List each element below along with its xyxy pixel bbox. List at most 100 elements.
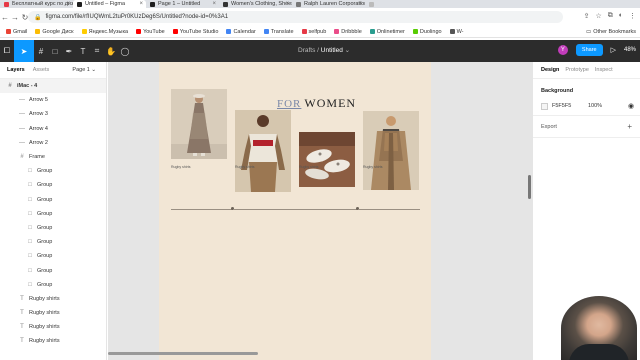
- text-tool-icon[interactable]: T: [76, 40, 90, 62]
- caption[interactable]: Rugby shirts: [363, 165, 382, 169]
- other-bookmarks[interactable]: ▭ Other Bookmarks: [586, 29, 636, 35]
- layer-item[interactable]: # Frame: [0, 150, 106, 164]
- bookmark-item[interactable]: Gmail: [6, 29, 27, 35]
- zoom-level[interactable]: 48%: [624, 47, 636, 53]
- bookmark-item[interactable]: Яндекс.Музыка: [81, 29, 128, 35]
- tab-prototype[interactable]: Prototype: [565, 67, 589, 73]
- tab-inspect[interactable]: Inspect: [595, 67, 613, 73]
- browser-tab[interactable]: [365, 0, 387, 8]
- browser-tab[interactable]: Untitled – Figma ×: [73, 0, 146, 8]
- caption[interactable]: Rugby shirts: [299, 165, 318, 169]
- layer-item[interactable]: — Arrow 3: [0, 107, 106, 121]
- browser-tab[interactable]: Women's Clothing, Shoes, & A×: [219, 0, 292, 8]
- layer-item[interactable]: T Rugby shirts: [0, 306, 106, 320]
- horizontal-scrollbar[interactable]: [108, 352, 258, 355]
- forward-icon[interactable]: →: [10, 13, 20, 22]
- avatar[interactable]: Y: [557, 45, 568, 55]
- layer-item[interactable]: □ Group: [0, 193, 106, 207]
- layer-item[interactable]: □ Group: [0, 178, 106, 192]
- bookmark-item[interactable]: Onlinetimer: [369, 29, 405, 35]
- imac-frame[interactable]: FOR WOMEN Rugby shirts Rugby shirts Rugb…: [159, 62, 431, 360]
- layer-item[interactable]: □ Group: [0, 207, 106, 221]
- tab-design[interactable]: Design: [541, 67, 559, 73]
- background-fill-row[interactable]: F5F5F5 100% ◉: [541, 102, 635, 110]
- present-play-icon[interactable]: ▷: [611, 46, 616, 54]
- resources-tool-icon[interactable]: ⌗: [90, 40, 104, 62]
- bookmark-item[interactable]: W-: [449, 29, 464, 35]
- arrow-line[interactable]: [233, 209, 357, 210]
- caption[interactable]: Rugby shirts: [171, 165, 190, 169]
- hand-tool-icon[interactable]: ✋: [104, 40, 118, 62]
- extension-icon[interactable]: ⧉: [608, 12, 613, 20]
- caption[interactable]: Rugby shirts: [235, 165, 254, 169]
- bookmark-item[interactable]: Dribbble: [334, 29, 362, 35]
- shape-tool-icon[interactable]: □: [48, 40, 62, 62]
- layer-item[interactable]: — Arrow 2: [0, 136, 106, 150]
- close-icon[interactable]: ×: [285, 1, 289, 7]
- layer-type-icon: —: [19, 125, 25, 132]
- product-photo-trench-coat[interactable]: [363, 111, 419, 190]
- layer-item[interactable]: □ Group: [0, 263, 106, 277]
- bookmark-item[interactable]: Google Диск: [35, 29, 74, 35]
- comment-tool-icon[interactable]: ◯: [118, 40, 132, 62]
- tab-assets[interactable]: Assets: [33, 67, 50, 73]
- layer-item[interactable]: □ Group: [0, 249, 106, 263]
- address-input[interactable]: 🔒 figma.com/file/rfIUQWmL2tuPr0KUzDeg6S/…: [28, 11, 563, 23]
- background-opacity[interactable]: 100%: [588, 103, 628, 109]
- close-icon[interactable]: ×: [66, 1, 70, 7]
- layer-item[interactable]: — Arrow 5: [0, 93, 106, 107]
- browser-tab[interactable]: Page 1 – Untitled ×: [146, 0, 219, 8]
- file-breadcrumb[interactable]: Drafts / Untitled ⌄: [298, 46, 350, 54]
- bookmark-item[interactable]: selfpub: [301, 29, 326, 35]
- product-photo-polo-sweater[interactable]: [235, 110, 291, 192]
- close-icon[interactable]: ×: [139, 1, 143, 7]
- bookmark-item[interactable]: Calendar: [226, 29, 256, 35]
- frame-tool-icon[interactable]: #: [34, 40, 48, 62]
- bookmark-item[interactable]: Translate: [263, 29, 294, 35]
- product-photo-loafers[interactable]: [299, 132, 355, 187]
- heading-for[interactable]: FOR: [277, 98, 301, 110]
- share-button[interactable]: Share: [575, 44, 603, 56]
- canvas[interactable]: FOR WOMEN Rugby shirts Rugby shirts Rugb…: [108, 62, 532, 360]
- bookmark-item[interactable]: YouTube Studio: [172, 29, 218, 35]
- tab-layers[interactable]: Layers: [7, 67, 25, 73]
- product-photo-floral-dress[interactable]: [171, 89, 227, 159]
- eye-icon[interactable]: ◉: [628, 102, 634, 110]
- bookmark-item[interactable]: Duolingo: [412, 29, 442, 35]
- heading-women[interactable]: WOMEN: [304, 96, 356, 110]
- layer-item[interactable]: # iMac - 4: [0, 79, 106, 94]
- pen-tool-icon[interactable]: ✒: [62, 40, 76, 62]
- arrow-line[interactable]: [358, 209, 420, 210]
- page-selector[interactable]: Page 1 ⌄: [72, 67, 96, 73]
- file-name[interactable]: Untitled: [321, 47, 343, 54]
- layer-item[interactable]: □ Group: [0, 278, 106, 292]
- browser-tab[interactable]: Бесплатный курс по дизайн×: [0, 0, 73, 8]
- menu-kebab-icon[interactable]: ⋮: [629, 12, 636, 20]
- move-tool-icon[interactable]: ➤: [14, 40, 34, 62]
- bookmark-star-icon[interactable]: ☆: [595, 12, 601, 20]
- layer-item[interactable]: □ Group: [0, 221, 106, 235]
- share-page-icon[interactable]: ⇪: [584, 12, 590, 20]
- vertical-scrollbar[interactable]: [528, 175, 531, 199]
- bookmark-item[interactable]: YouTube: [136, 29, 165, 35]
- layer-item[interactable]: T Rugby shirts: [0, 320, 106, 334]
- layer-item[interactable]: T Rugby shirts: [0, 334, 106, 348]
- folder-label[interactable]: Drafts: [298, 47, 315, 54]
- layer-item[interactable]: □ Group: [0, 235, 106, 249]
- back-icon[interactable]: ←: [0, 13, 10, 22]
- color-swatch[interactable]: [541, 102, 548, 110]
- layer-type-icon: □: [28, 168, 32, 175]
- layer-item[interactable]: — Arrow 4: [0, 122, 106, 136]
- close-icon[interactable]: ×: [212, 1, 216, 7]
- layer-item[interactable]: T Rugby shirts: [0, 292, 106, 306]
- arrow-line[interactable]: [171, 209, 233, 210]
- profile-icon[interactable]: ◐: [619, 12, 623, 20]
- add-export-icon[interactable]: +: [627, 122, 632, 131]
- page-heading[interactable]: FOR WOMEN: [277, 96, 356, 111]
- layer-item[interactable]: □ Group: [0, 164, 106, 178]
- browser-tab[interactable]: Ralph Lauren Corporation ×: [292, 0, 365, 8]
- close-icon[interactable]: ×: [358, 1, 362, 7]
- chevron-down-icon[interactable]: ⌄: [345, 47, 350, 54]
- background-hex[interactable]: F5F5F5: [552, 103, 588, 109]
- main-menu-icon[interactable]: ⧠: [0, 40, 14, 62]
